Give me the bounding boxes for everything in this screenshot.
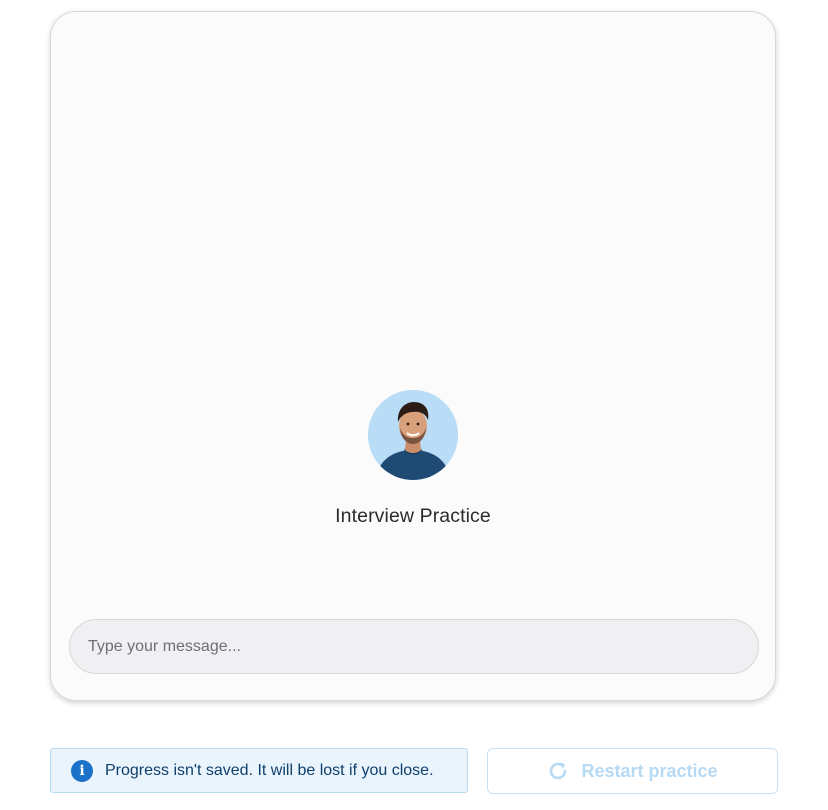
avatar <box>368 390 458 480</box>
message-input[interactable] <box>69 619 759 674</box>
refresh-icon <box>547 760 569 782</box>
chat-panel: Interview Practice <box>50 11 776 701</box>
avatar-portrait <box>368 390 458 480</box>
persona-header: Interview Practice <box>51 390 775 528</box>
persona-name: Interview Practice <box>335 505 491 527</box>
restart-practice-button[interactable]: Restart practice <box>487 748 778 794</box>
info-icon: i <box>71 759 93 782</box>
unsaved-progress-notice: i Progress isn't saved. It will be lost … <box>50 748 468 793</box>
notice-text: Progress isn't saved. It will be lost if… <box>105 761 434 779</box>
restart-practice-label: Restart practice <box>581 760 718 781</box>
page: Interview Practice i Progress isn't save… <box>0 0 828 810</box>
